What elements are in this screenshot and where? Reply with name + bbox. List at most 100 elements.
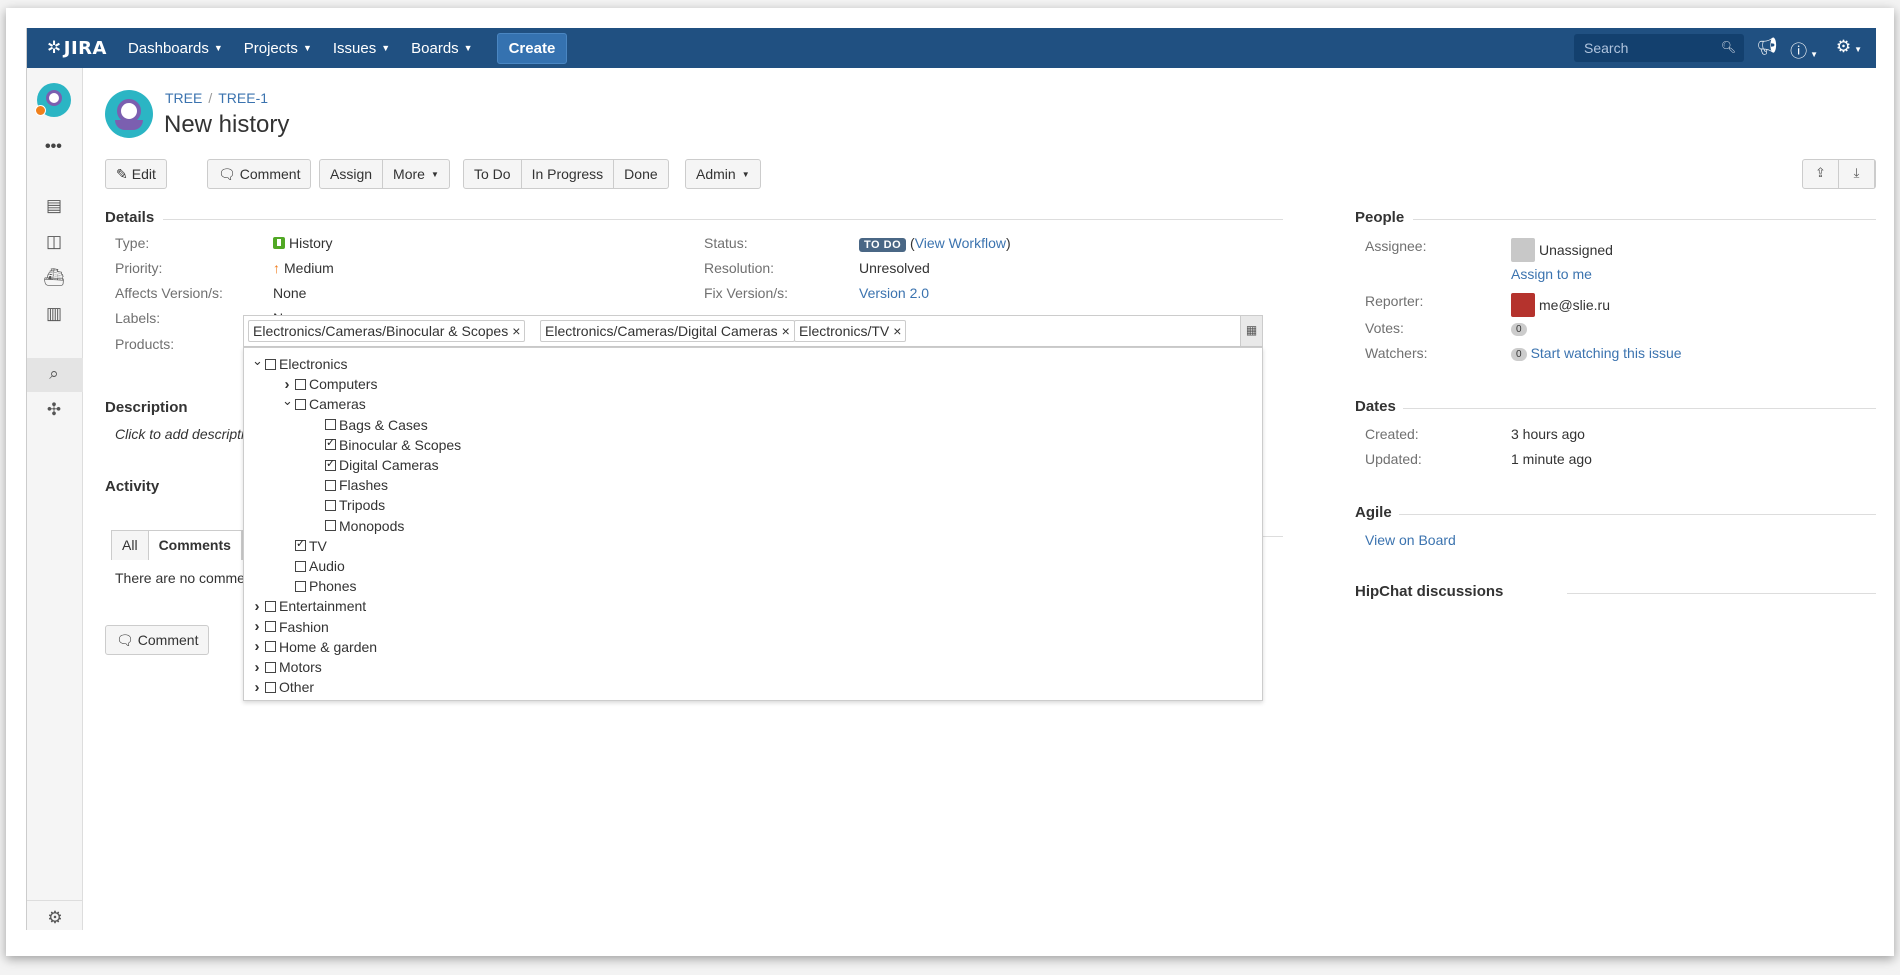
description-placeholder[interactable]: Click to add description — [115, 426, 260, 442]
reports-icon[interactable]: ▥ — [43, 304, 65, 326]
issue-title[interactable]: New history — [164, 111, 289, 139]
more-button[interactable]: More ▼ — [383, 160, 449, 188]
tree-node[interactable]: › Other — [252, 677, 315, 697]
tree-node-checkbox[interactable] — [295, 378, 306, 390]
tree-node[interactable]: TV — [282, 536, 327, 556]
add-comment-button[interactable]: 🗨︎ Comment — [105, 625, 210, 655]
fix-version-value[interactable]: Version 2.0 — [859, 285, 929, 301]
assignee-value[interactable]: Unassigned — [1511, 238, 1613, 262]
tab-comments[interactable]: Comments — [148, 531, 242, 560]
products-select-input[interactable]: Electronics/Cameras/Binocular & Scopes × … — [243, 315, 1263, 347]
tree-node-checkbox[interactable] — [295, 560, 306, 572]
nav-issues[interactable]: Issues ▼ — [333, 40, 390, 57]
in-progress-button[interactable]: In Progress — [522, 160, 615, 188]
share-icon[interactable]: ⇪ — [1803, 160, 1839, 188]
tree-node[interactable]: › Home & garden — [252, 637, 378, 657]
tree-node[interactable]: ⌄ Cameras — [282, 393, 366, 414]
create-button[interactable]: Create — [496, 32, 568, 64]
breadcrumb-project[interactable]: TREE — [165, 90, 202, 106]
reporter-value[interactable]: me@slie.ru — [1511, 293, 1610, 317]
tree-node[interactable]: Flashes — [312, 475, 388, 495]
tree-node-checkbox[interactable] — [265, 358, 276, 370]
tree-node-checkbox[interactable] — [265, 641, 276, 653]
settings-gear-icon[interactable]: ⚙ ▼ — [1836, 37, 1862, 57]
search-input[interactable]: Search 🔍︎ — [1574, 34, 1744, 62]
chevron-right-icon[interactable]: › — [282, 376, 292, 393]
tree-node[interactable]: Bags & Cases — [312, 415, 428, 435]
jira-logo[interactable]: ✲ JIRA — [47, 38, 107, 59]
nav-boards[interactable]: Boards ▼ — [411, 40, 472, 57]
tree-node[interactable]: › Motors — [252, 657, 322, 677]
tree-node-checkbox[interactable] — [295, 580, 306, 592]
breadcrumb-issue-key[interactable]: TREE-1 — [218, 90, 268, 106]
tree-node-checkbox[interactable] — [325, 457, 336, 471]
tab-all[interactable]: All — [112, 531, 149, 560]
tree-node-checkbox[interactable] — [325, 520, 336, 532]
affects-version-value[interactable]: None — [273, 285, 306, 301]
tree-toggle-icon[interactable]: ▦ — [1240, 316, 1262, 346]
admin-button[interactable]: Admin ▼ — [686, 160, 760, 188]
issues-search-icon[interactable]: ⌕ — [43, 364, 65, 386]
nav-projects[interactable]: Projects ▼ — [244, 40, 312, 57]
tree-node[interactable]: Phones — [282, 576, 356, 596]
nav-dashboards[interactable]: Dashboards ▼ — [128, 40, 223, 57]
edit-button[interactable]: ✎ Edit — [106, 160, 166, 188]
tree-node-checkbox[interactable] — [325, 499, 336, 511]
chevron-right-icon[interactable]: › — [252, 638, 262, 655]
start-watching-link[interactable]: Start watching this issue — [1531, 345, 1682, 361]
activity-header[interactable]: Activity — [105, 478, 159, 495]
hipchat-header[interactable]: HipChat discussions — [1355, 583, 1503, 600]
chevron-right-icon[interactable]: › — [252, 659, 262, 676]
view-on-board-link[interactable]: View on Board — [1365, 532, 1456, 548]
remove-tag-icon[interactable]: × — [512, 323, 520, 339]
project-avatar[interactable] — [35, 83, 71, 117]
tree-node[interactable]: ⌄ Electronics — [252, 353, 347, 374]
remove-tag-icon[interactable]: × — [893, 323, 901, 339]
tree-node-checkbox[interactable] — [295, 398, 306, 410]
assign-to-me-link[interactable]: Assign to me — [1511, 266, 1592, 282]
done-button[interactable]: Done — [614, 160, 667, 188]
description-header[interactable]: Description — [105, 399, 188, 416]
assign-button[interactable]: Assign — [320, 160, 384, 188]
tree-node-checkbox[interactable] — [265, 661, 276, 673]
remove-tag-icon[interactable]: × — [782, 323, 790, 339]
people-header[interactable]: People — [1355, 209, 1404, 226]
backlog-icon[interactable]: ▤ — [43, 196, 65, 218]
releases-icon[interactable]: ⛴ — [43, 268, 65, 290]
todo-button[interactable]: To Do — [464, 160, 522, 188]
updated-label: Updated: — [1365, 451, 1422, 467]
tree-node[interactable]: › Computers — [282, 374, 378, 394]
board-icon[interactable]: ◫ — [43, 232, 65, 254]
tree-node[interactable]: › Entertainment — [252, 596, 367, 616]
help-icon[interactable]: ⓘ ▼ — [1790, 37, 1818, 62]
megaphone-icon[interactable]: 📢︎ — [1756, 37, 1778, 57]
tree-node-checkbox[interactable] — [265, 600, 276, 612]
agile-header[interactable]: Agile — [1355, 504, 1392, 521]
comment-button[interactable]: 🗨︎ Comment — [208, 160, 310, 188]
chevron-down-icon[interactable]: ⌄ — [282, 393, 293, 409]
tree-node[interactable]: Tripods — [312, 495, 385, 515]
tree-node-checkbox[interactable] — [265, 621, 276, 633]
addons-icon[interactable]: ✣ — [43, 400, 65, 422]
chevron-right-icon[interactable]: › — [252, 618, 262, 635]
export-icon[interactable]: ⤓ — [1839, 160, 1875, 188]
tree-node-checkbox[interactable] — [325, 436, 336, 451]
tree-node-checkbox[interactable] — [325, 419, 336, 431]
votes-value[interactable]: 0 — [1511, 320, 1531, 336]
tree-node[interactable]: › Fashion — [252, 617, 329, 637]
view-workflow-link[interactable]: View Workflow — [915, 235, 1006, 251]
tree-node[interactable]: Binocular & Scopes — [312, 435, 461, 455]
tree-node-checkbox[interactable] — [295, 537, 306, 552]
chevron-right-icon[interactable]: › — [252, 679, 262, 696]
chevron-down-icon[interactable]: ⌄ — [252, 353, 263, 369]
tree-node-checkbox[interactable] — [265, 681, 276, 693]
tree-node[interactable]: Monopods — [312, 516, 404, 536]
dates-header[interactable]: Dates — [1355, 398, 1396, 415]
tree-node[interactable]: Audio — [282, 556, 345, 576]
more-icon[interactable]: ••• — [45, 138, 62, 156]
tree-node-checkbox[interactable] — [325, 479, 336, 491]
tree-node[interactable]: Digital Cameras — [312, 455, 439, 475]
chevron-right-icon[interactable]: › — [252, 598, 262, 615]
details-header[interactable]: Details — [105, 209, 154, 226]
project-settings-gear-icon[interactable]: ⚙ — [27, 900, 83, 930]
